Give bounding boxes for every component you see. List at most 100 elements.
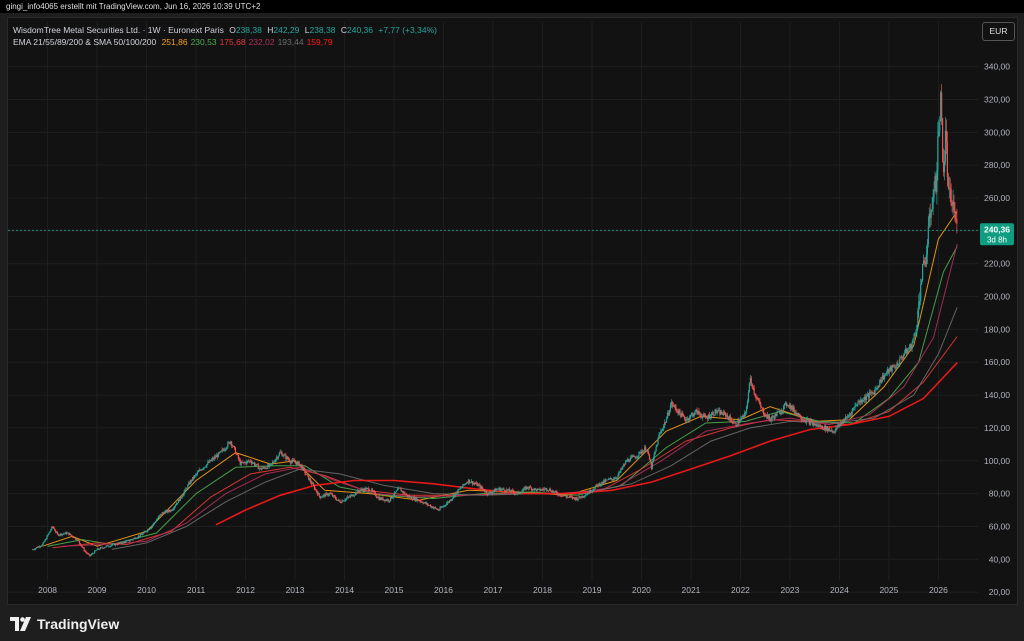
- y-tick-label-15: 320,00: [984, 94, 1010, 104]
- candle-body-815: [807, 419, 810, 421]
- candle-body-759: [754, 393, 756, 397]
- candle-body-89: [116, 544, 119, 546]
- candle-body-619: [621, 468, 623, 470]
- candle-body-662: [662, 429, 664, 431]
- candle-body-956: [941, 118, 944, 162]
- candle-body-830: [822, 425, 824, 430]
- candle-body-763: [758, 400, 760, 402]
- candle-body-591: [594, 486, 596, 489]
- brand-name: TradingView: [37, 616, 120, 632]
- candle-body-962: [947, 177, 949, 188]
- tradingview-logo[interactable]: TradingView: [10, 614, 119, 634]
- candle-body-313: [330, 493, 332, 494]
- candle-body-765: [760, 404, 762, 408]
- candle-body-789: [783, 405, 785, 412]
- candle-body-28: [58, 534, 60, 536]
- ma-line-5: [215, 362, 958, 526]
- candle-body-115: [141, 534, 143, 536]
- x-tick-label-5: 2013: [286, 585, 305, 595]
- candle-body-375: [389, 500, 391, 502]
- candle-body-129: [154, 521, 157, 523]
- candle-body-935: [922, 263, 924, 281]
- candle-body-198: [220, 450, 222, 452]
- candle-body-657: [657, 438, 659, 445]
- indicator-value-5: 159,79: [306, 37, 333, 47]
- candle-body-740: [736, 425, 738, 427]
- candle-body-333: [349, 496, 351, 498]
- candle-body-212: [233, 446, 236, 448]
- y-tick-label-9: 200,00: [984, 292, 1010, 302]
- candle-body-64: [93, 553, 95, 555]
- candle-body-196: [218, 452, 220, 454]
- candle-body-939: [925, 254, 928, 265]
- candle-body-147: [172, 509, 174, 511]
- candle-body-407: [419, 500, 421, 502]
- candle-body-22: [53, 526, 55, 529]
- candle-body-323: [339, 501, 341, 503]
- price-chart[interactable]: 20,00 40,00 60,00 80,00 100,00 120,00 140,00 16…: [0, 0, 1024, 641]
- candle-body-423: [434, 507, 436, 509]
- candle-body-950: [936, 170, 938, 193]
- candle-body-484: [492, 491, 494, 492]
- candle-body-544: [549, 489, 552, 492]
- x-tick-label-6: 2014: [335, 585, 354, 595]
- candle-body-483: [491, 491, 494, 494]
- candle-body-434: [445, 505, 447, 506]
- candle-body-575: [579, 496, 581, 498]
- candle-body-758: [753, 387, 755, 394]
- x-tick-label-11: 2019: [583, 585, 602, 595]
- candle-body-760: [755, 396, 757, 399]
- candle-body-895: [883, 375, 886, 379]
- y-tick-label-4: 100,00: [984, 456, 1010, 466]
- candle-body-929: [916, 325, 918, 333]
- candle-body-964: [949, 187, 951, 190]
- candle-body-70: [98, 549, 100, 551]
- candle-body-24: [54, 530, 57, 533]
- candle-body-692: [690, 414, 692, 416]
- candle-body-424: [435, 508, 437, 510]
- candle-body-52: [81, 546, 83, 548]
- y-tick-label-2: 60,00: [989, 521, 1011, 531]
- candle-body-489: [497, 488, 499, 490]
- candle-body-67: [95, 549, 98, 551]
- candle-body-743: [739, 421, 741, 423]
- candle-body-23: [54, 528, 56, 531]
- candle-body-328: [344, 500, 346, 501]
- candle-body-926: [913, 333, 915, 339]
- candle-body-587: [590, 491, 593, 493]
- candle-body-9: [40, 545, 42, 547]
- x-tick-label-12: 2020: [632, 585, 651, 595]
- candle-body-932: [919, 301, 921, 302]
- candle-body-700: [698, 410, 700, 414]
- candle-body-858: [848, 415, 850, 417]
- candle-body-448: [458, 489, 460, 490]
- candle-body-160: [184, 489, 186, 492]
- y-tick-label-6: 140,00: [984, 390, 1010, 400]
- candle-body-254: [273, 461, 276, 463]
- candle-body-427: [438, 509, 440, 511]
- candle-body-706: [704, 414, 706, 416]
- candle-body-691: [689, 415, 691, 418]
- candle-body-677: [676, 410, 678, 412]
- candle-body-676: [675, 407, 677, 411]
- candle-body-762: [757, 398, 759, 401]
- candle-body-744: [740, 418, 742, 422]
- indicator-name[interactable]: EMA 21/55/89/200 & SMA 50/100/200: [13, 37, 156, 47]
- ma-line-1: [47, 246, 958, 547]
- candle-body-69: [97, 548, 100, 550]
- candle-body-659: [659, 433, 661, 435]
- tradingview-logo-icon: [10, 617, 31, 631]
- candle-body-687: [685, 419, 688, 422]
- instrument-name[interactable]: WisdomTree Metal Securities Ltd. · 1W · …: [13, 25, 224, 35]
- x-tick-label-4: 2012: [236, 585, 255, 595]
- candle-body-748: [744, 413, 746, 417]
- currency-button[interactable]: EUR: [982, 22, 1015, 41]
- candle-body-863: [853, 407, 855, 409]
- candle-body-661: [661, 430, 663, 432]
- candle-body-934: [921, 280, 923, 285]
- candle-body-16: [47, 534, 49, 536]
- candle-body-131: [156, 518, 159, 520]
- candle-body-179: [202, 468, 204, 470]
- ma-line-2: [52, 336, 958, 549]
- candle-body-715: [712, 412, 714, 416]
